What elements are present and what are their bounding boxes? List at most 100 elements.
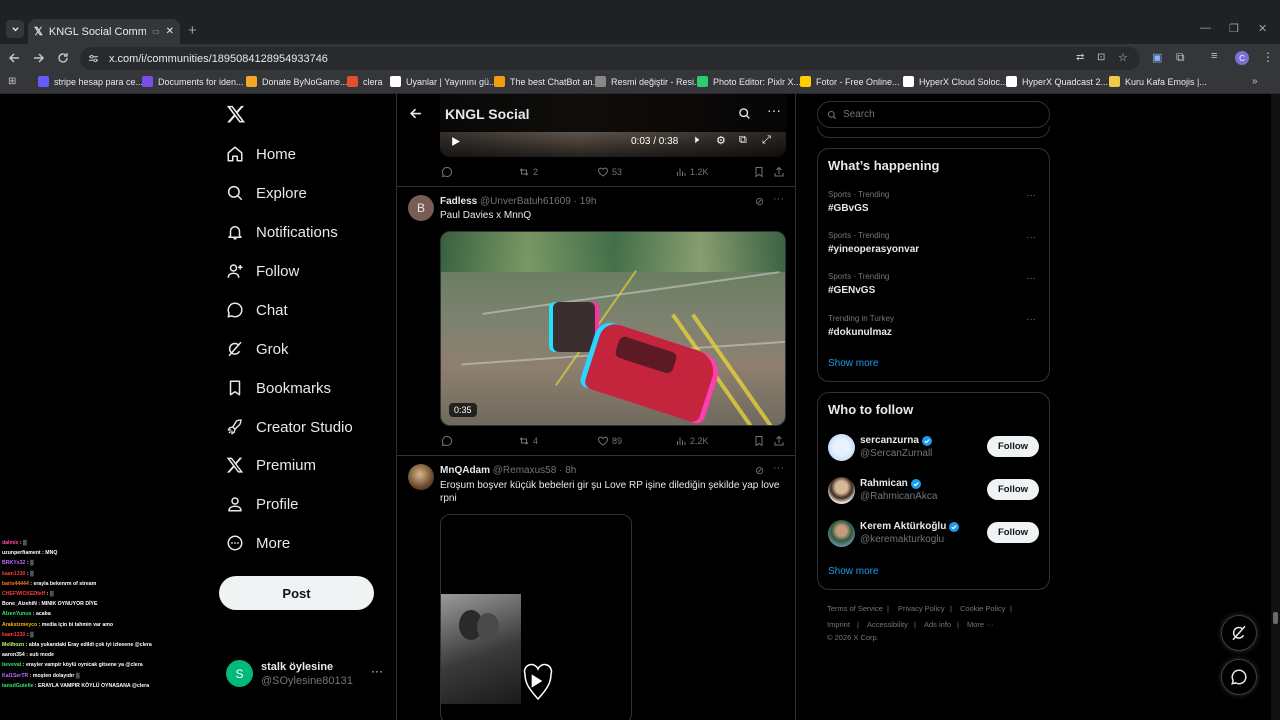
- play-icon[interactable]: [530, 673, 544, 689]
- reply-button[interactable]: [441, 435, 453, 447]
- avatar[interactable]: [408, 464, 434, 490]
- bookmark-item[interactable]: Resmi değiştir - Resi...: [595, 76, 702, 87]
- picture-in-picture-icon[interactable]: ⧉: [739, 134, 747, 147]
- back-arrow-icon[interactable]: [409, 107, 422, 120]
- like-button[interactable]: 53: [597, 166, 622, 178]
- fullscreen-icon[interactable]: ⤢: [762, 134, 771, 147]
- post-video[interactable]: 0:35: [440, 231, 786, 426]
- tab-search-button[interactable]: [6, 20, 24, 38]
- nav-notifications[interactable]: Notifications: [226, 223, 338, 241]
- nav-more[interactable]: More: [226, 534, 290, 552]
- bookmarks-overflow-icon[interactable]: »: [1252, 76, 1258, 87]
- media-control-icon[interactable]: ≡: [1211, 50, 1217, 62]
- nav-chat[interactable]: Chat: [226, 301, 288, 319]
- bookmark-star-icon[interactable]: ☆: [1118, 51, 1128, 64]
- more-dots-icon[interactable]: ···: [371, 664, 383, 678]
- nav-follow[interactable]: Follow: [226, 262, 299, 280]
- nav-profile[interactable]: Profile: [226, 495, 299, 513]
- close-window-button[interactable]: ✕: [1258, 22, 1267, 35]
- mute-icon[interactable]: 🕨: [692, 134, 699, 147]
- search-icon[interactable]: [738, 107, 751, 120]
- new-tab-button[interactable]: +: [188, 22, 197, 39]
- repost-button[interactable]: 4: [518, 435, 538, 447]
- bookmark-button[interactable]: [753, 435, 765, 447]
- footer-link[interactable]: Ads info: [924, 620, 951, 629]
- share-button[interactable]: [773, 435, 785, 447]
- address-bar[interactable]: x.com/i/communities/1895084128954933746 …: [80, 47, 1140, 70]
- nav-creator-studio[interactable]: Creator Studio: [226, 418, 353, 436]
- bookmark-item[interactable]: Kuru Kafa Emojis |...: [1109, 76, 1207, 87]
- more-dots-icon[interactable]: ···: [1026, 190, 1036, 201]
- grok-icon[interactable]: ⊘: [755, 195, 764, 208]
- settings-gear-icon[interactable]: ⚙: [716, 134, 726, 147]
- avatar[interactable]: [828, 477, 855, 504]
- footer-link[interactable]: Privacy Policy: [898, 604, 945, 613]
- avatar[interactable]: B: [408, 195, 434, 221]
- translate-icon[interactable]: ⇄: [1076, 52, 1084, 63]
- views-button[interactable]: 1.2K: [675, 166, 709, 178]
- bookmark-item[interactable]: Fotor - Free Online...: [800, 76, 900, 87]
- bookmark-item[interactable]: Uyanlar | Yayınını gü...: [390, 76, 497, 87]
- show-more-link[interactable]: Show more: [828, 358, 879, 369]
- author-name[interactable]: MnQAdam: [440, 465, 490, 476]
- bookmark-item[interactable]: HyperX Quadcast 2...: [1006, 76, 1108, 87]
- nav-bookmarks[interactable]: Bookmarks: [226, 379, 331, 397]
- author-name[interactable]: Fadless: [440, 196, 477, 207]
- follow-button[interactable]: Follow: [987, 479, 1039, 500]
- footer-link[interactable]: Cookie Policy: [960, 604, 1005, 613]
- browser-tab-active[interactable]: 𝕏 KNGL Social Community / X ▭ ✕: [28, 19, 180, 44]
- extensions-puzzle-icon[interactable]: ⧉: [1176, 50, 1185, 65]
- extension-icon[interactable]: ▣: [1152, 51, 1162, 64]
- grok-icon[interactable]: ⊘: [755, 464, 764, 477]
- footer-link[interactable]: Imprint: [827, 620, 850, 629]
- x-logo-icon[interactable]: [226, 104, 246, 124]
- footer-link[interactable]: Accessibility: [867, 620, 908, 629]
- avatar[interactable]: [828, 434, 855, 461]
- nav-premium[interactable]: Premium: [226, 456, 316, 474]
- post-button[interactable]: Post: [219, 576, 374, 610]
- more-dots-icon[interactable]: ···: [773, 462, 784, 474]
- scrollbar-thumb[interactable]: [1273, 612, 1278, 624]
- bookmark-item[interactable]: stripe hesap para ce...: [38, 76, 143, 87]
- messages-fab-button[interactable]: [1221, 659, 1257, 695]
- more-dots-icon[interactable]: ···: [1026, 232, 1036, 243]
- repost-button[interactable]: 2: [518, 166, 538, 178]
- show-more-link[interactable]: Show more: [828, 566, 879, 577]
- nav-grok[interactable]: Grok: [226, 340, 289, 358]
- grok-fab-button[interactable]: [1221, 615, 1257, 651]
- bookmark-item[interactable]: clera: [347, 76, 383, 87]
- more-dots-icon[interactable]: ···: [773, 193, 784, 205]
- footer-link[interactable]: Terms of Service: [827, 604, 883, 613]
- profile-avatar[interactable]: C: [1235, 51, 1249, 65]
- post-video[interactable]: [440, 514, 632, 720]
- account-switcher[interactable]: S stalk öylesine @SOylesine80131 ···: [226, 660, 386, 692]
- install-app-icon[interactable]: ⊡: [1097, 52, 1105, 63]
- bookmark-button[interactable]: [753, 166, 765, 178]
- maximize-button[interactable]: ❐: [1229, 22, 1239, 35]
- minimize-button[interactable]: —: [1200, 22, 1211, 34]
- follow-button[interactable]: Follow: [987, 436, 1039, 457]
- forward-button[interactable]: [31, 50, 47, 66]
- apps-grid-icon[interactable]: ⊞: [8, 76, 16, 87]
- reply-button[interactable]: [441, 166, 453, 178]
- nav-explore[interactable]: Explore: [226, 184, 307, 202]
- play-icon[interactable]: [450, 136, 461, 147]
- back-button[interactable]: [6, 50, 22, 66]
- footer-link[interactable]: More ···: [967, 620, 994, 629]
- browser-menu-icon[interactable]: ⋮: [1262, 50, 1274, 64]
- tab-close-icon[interactable]: ✕: [166, 26, 174, 37]
- share-button[interactable]: [773, 166, 785, 178]
- more-dots-icon[interactable]: ···: [767, 102, 781, 118]
- search-input[interactable]: Search: [817, 101, 1050, 128]
- page-scrollbar[interactable]: [1271, 94, 1280, 720]
- more-dots-icon[interactable]: ···: [1026, 314, 1036, 325]
- bookmark-item[interactable]: HyperX Cloud Soloc...: [903, 76, 1008, 87]
- like-button[interactable]: 89: [597, 435, 622, 447]
- follow-button[interactable]: Follow: [987, 522, 1039, 543]
- views-button[interactable]: 2.2K: [675, 435, 709, 447]
- bookmark-item[interactable]: The best ChatBot an...: [494, 76, 600, 87]
- nav-home[interactable]: Home: [226, 145, 296, 163]
- reload-button[interactable]: [55, 50, 71, 66]
- bookmark-item[interactable]: Photo Editor: Pixlr X...: [697, 76, 801, 87]
- bookmark-item[interactable]: Documents for iden...: [142, 76, 244, 87]
